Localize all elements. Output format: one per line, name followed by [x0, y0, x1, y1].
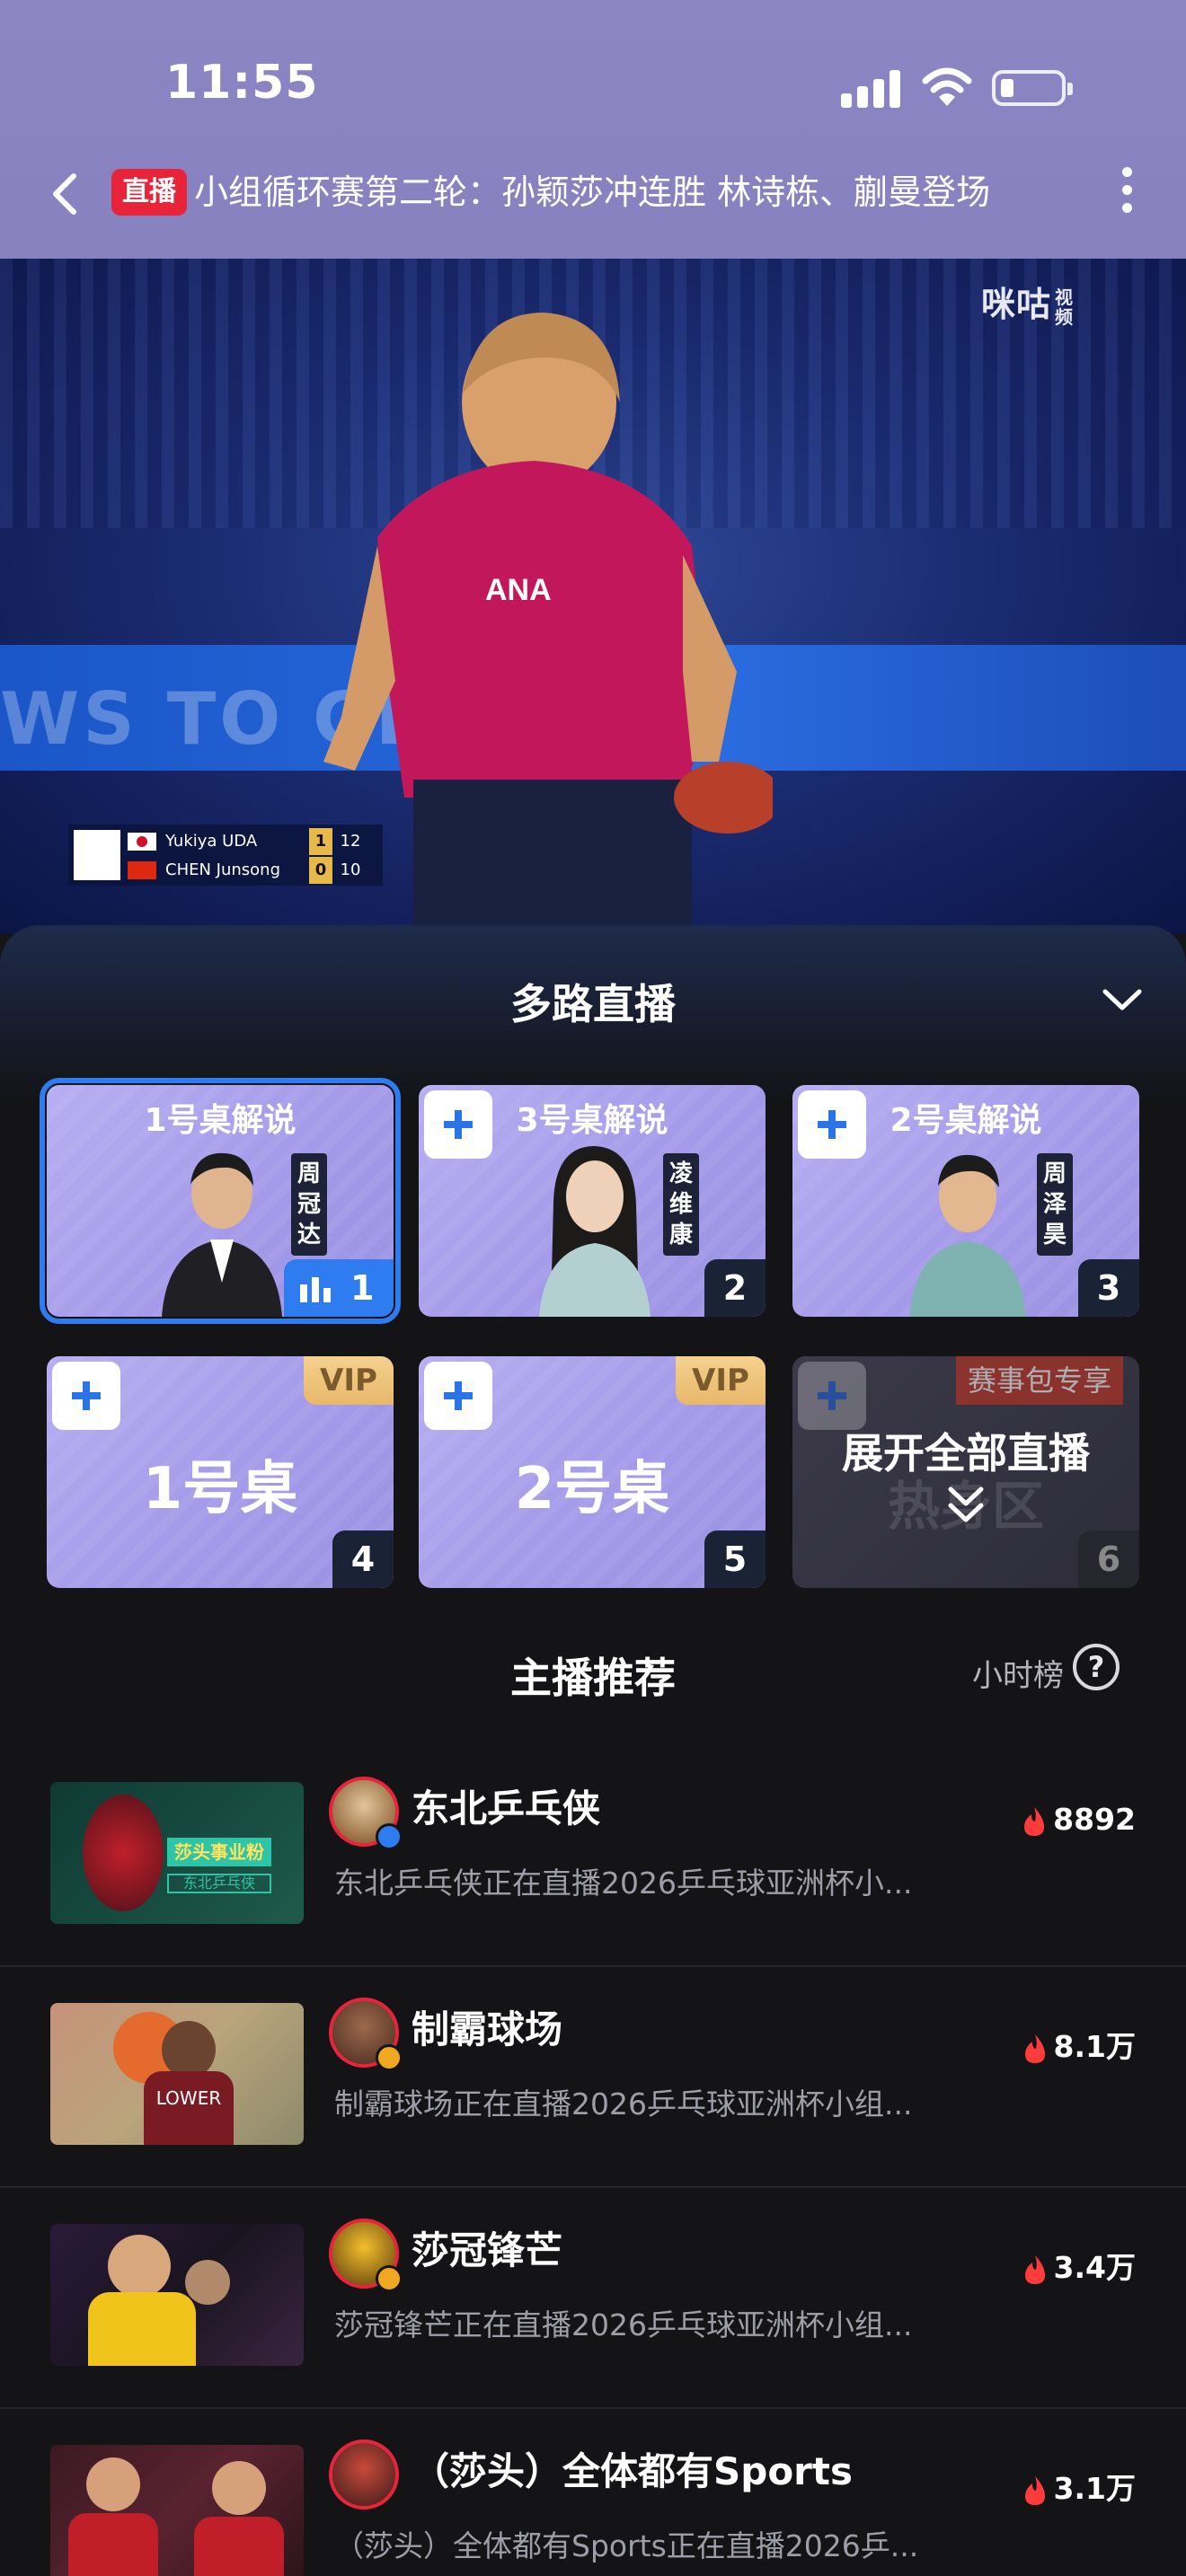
flame-icon — [1024, 1806, 1045, 1836]
tile-number: 2 — [704, 1259, 766, 1317]
tile-number: 5 — [704, 1531, 766, 1588]
commentator-name: 周冠达 — [291, 1153, 327, 1256]
china-flag-icon — [128, 861, 156, 879]
wifi-icon — [922, 67, 972, 106]
commentator-name: 周泽昊 — [1037, 1153, 1073, 1256]
thumb-subcaption: 东北乒乓侠 — [167, 1874, 271, 1893]
help-icon[interactable]: ? — [1073, 1644, 1120, 1690]
anchor-name: 制霸球场 — [412, 2007, 563, 2051]
commentator-name: 凌维康 — [663, 1153, 699, 1256]
add-plus-icon[interactable] — [424, 1362, 492, 1430]
anchor-avatar — [329, 2439, 399, 2510]
top-header: 11:55 直播 小组循环赛第二轮：孙颖莎冲连胜 林诗栋、蒯曼登场 — [0, 0, 1186, 259]
add-plus-icon[interactable] — [52, 1362, 120, 1430]
anchor-thumbnail: LOWER — [50, 2003, 304, 2145]
score-row-2: CHEN Junsong 0 10 — [128, 857, 368, 884]
expand-chevron-icon — [948, 1486, 984, 1522]
tile-number: 6 — [1078, 1531, 1139, 1588]
anchor-name: （莎头）全体都有Sports — [412, 2449, 853, 2493]
anchor-name: 东北乒乓侠 — [412, 1786, 601, 1831]
scoreboard: Yukiya UDA 1 12 CHEN Junsong 0 10 — [68, 825, 383, 886]
thumb-caption: 莎头事业粉 — [167, 1838, 271, 1866]
anchor-list-item[interactable]: （莎头）全体都有Sports （莎头）全体都有Sports正在直播2026乒..… — [0, 2409, 1186, 2576]
verified-gold-icon — [376, 2265, 403, 2292]
heat-count: 3.1万 — [1022, 2465, 1136, 2508]
expand-all-live-tile[interactable]: 赛事包专享 热身区 展开全部直播 6 — [792, 1356, 1139, 1588]
anchor-list-item[interactable]: 莎头事业粉 东北乒乓侠 东北乒乓侠 东北乒乓侠正在直播2026乒乓球亚洲杯小..… — [0, 1746, 1186, 1967]
tile-title: 1号桌 — [142, 1456, 298, 1522]
svg-text:ANA: ANA — [485, 573, 552, 607]
japan-flag-icon — [128, 833, 156, 851]
anchor-thumbnail — [50, 2445, 304, 2576]
expand-all-label: 展开全部直播 — [842, 1429, 1090, 1478]
tile-title: 2号桌 — [514, 1456, 670, 1522]
thumb-caption: LOWER — [144, 2071, 234, 2145]
migu-watermark-sub: 视频 — [1055, 286, 1075, 328]
signal-icon — [841, 70, 906, 108]
anchor-description: （莎头）全体都有Sports正在直播2026乒... — [334, 2528, 919, 2563]
anchor-thumbnail: 莎头事业粉 东北乒乓侠 — [50, 1782, 304, 1924]
anchor-thumbnail — [50, 2224, 304, 2366]
hourly-rank-link[interactable]: 小时榜 — [972, 1651, 1064, 1695]
live-badge: 直播 — [111, 169, 187, 216]
anchor-description: 东北乒乓侠正在直播2026乒乓球亚洲杯小... — [334, 1866, 913, 1901]
tile-number-selected: 1 — [284, 1259, 394, 1317]
heat-count: 8892 — [1021, 1802, 1136, 1838]
live-tile-5[interactable]: VIP 2号桌 5 — [419, 1356, 766, 1588]
more-menu-icon[interactable] — [1118, 167, 1136, 221]
anchor-list-item[interactable]: LOWER 制霸球场 制霸球场正在直播2026乒乓球亚洲杯小组... 8.1万 — [0, 1967, 1186, 2188]
playing-bars-icon — [300, 1277, 331, 1302]
flame-icon — [1024, 2475, 1045, 2505]
migu-watermark: 咪咕 视频 — [981, 277, 1076, 327]
live-tile-3[interactable]: 2号桌解说 周泽昊 3 — [792, 1085, 1139, 1317]
live-tile-4[interactable]: VIP 1号桌 4 — [47, 1356, 394, 1588]
live-tile-2[interactable]: 3号桌解说 凌维康 2 — [419, 1085, 766, 1317]
commentator-avatar — [162, 1152, 282, 1317]
vip-badge: VIP — [676, 1356, 766, 1405]
verified-icon — [376, 1823, 403, 1850]
multi-live-sheet: 多路直播 1号桌解说 周冠达 1 3号桌解说 凌维康 2 2号桌解说 周泽昊 3… — [0, 925, 1186, 2576]
status-time: 11:55 — [165, 56, 319, 110]
heat-count: 8.1万 — [1022, 2023, 1136, 2066]
commentator-avatar — [909, 1154, 1026, 1317]
live-tile-1[interactable]: 1号桌解说 周冠达 1 — [40, 1078, 401, 1324]
anchor-name: 莎冠锋芒 — [412, 2228, 563, 2272]
heat-count: 3.4万 — [1022, 2244, 1136, 2287]
verified-gold-icon — [376, 2044, 403, 2071]
tile-title: 1号桌解说 — [144, 1102, 296, 1139]
tournament-logo — [74, 830, 120, 880]
commentator-avatar — [539, 1146, 651, 1317]
flame-icon — [1024, 2033, 1045, 2063]
flame-icon — [1024, 2254, 1045, 2284]
battery-icon — [992, 70, 1073, 106]
tile-number: 3 — [1078, 1259, 1139, 1317]
collapse-chevron-icon[interactable] — [1100, 984, 1145, 1015]
back-arrow-icon[interactable] — [47, 171, 83, 217]
tile-title: 2号桌解说 — [890, 1102, 1042, 1139]
tile-number: 4 — [332, 1531, 394, 1588]
vip-badge: VIP — [304, 1356, 394, 1405]
video-player[interactable]: WS TO GLOBE ANA 咪咕 视频 Yukiya UDA 1 12 CHEN … — [0, 259, 1186, 934]
anchor-list-item[interactable]: 莎冠锋芒 莎冠锋芒正在直播2026乒乓球亚洲杯小组... 3.4万 — [0, 2188, 1186, 2409]
score-row-1: Yukiya UDA 1 12 — [128, 828, 368, 855]
anchor-description: 莎冠锋芒正在直播2026乒乓球亚洲杯小组... — [334, 2307, 913, 2342]
anchor-description: 制霸球场正在直播2026乒乓球亚洲杯小组... — [334, 2086, 913, 2122]
multi-live-title: 多路直播 — [510, 980, 676, 1028]
tile-title: 3号桌解说 — [516, 1102, 668, 1139]
page-title: 小组循环赛第二轮：孙颖莎冲连胜 林诗栋、蒯曼登场 — [194, 172, 991, 212]
event-pack-badge: 赛事包专享 — [956, 1356, 1123, 1405]
add-plus-icon[interactable] — [798, 1362, 866, 1430]
